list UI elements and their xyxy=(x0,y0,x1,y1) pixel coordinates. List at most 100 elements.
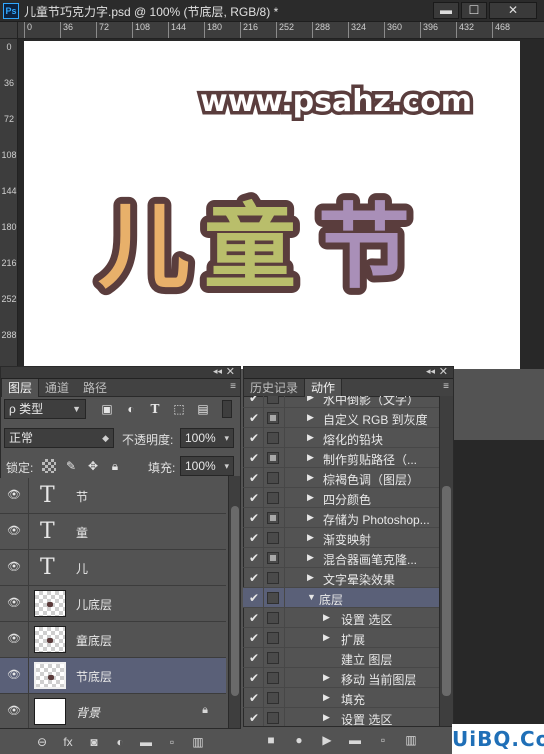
layer-row[interactable]: 👁︎ 童底层 xyxy=(0,622,226,658)
link-icon[interactable]: ⊖ xyxy=(34,734,50,750)
layer-row[interactable]: 👁︎ 儿底层 xyxy=(0,586,226,622)
action-row[interactable]: ✔ ▶ 熔化的铅块 xyxy=(243,428,439,448)
actions-scrollbar[interactable] xyxy=(439,396,453,726)
layer-row[interactable]: 👁︎ T 节 xyxy=(0,478,226,514)
action-row[interactable]: ✔ 建立 图层 xyxy=(243,648,439,668)
toggle-check-icon[interactable]: ✔ xyxy=(249,651,261,665)
toggle-check-icon[interactable]: ✔ xyxy=(249,431,261,445)
action-row[interactable]: ✔ ▶ 扩展 xyxy=(243,628,439,648)
toggle-check-icon[interactable]: ✔ xyxy=(249,591,261,605)
stop-icon[interactable]: ■ xyxy=(263,732,279,748)
mask-icon[interactable]: ◙ xyxy=(86,734,102,750)
layer-row[interactable]: 👁︎ 节底层 xyxy=(0,658,226,694)
adjustment-icon[interactable]: ◐ xyxy=(112,734,128,750)
fill-input[interactable]: 100% ▾ xyxy=(180,456,234,476)
dialog-toggle-icon[interactable] xyxy=(267,432,279,444)
canvas-area[interactable]: www.psahz.com 儿 童 节 xyxy=(18,39,544,369)
toggle-check-icon[interactable]: ✔ xyxy=(249,491,261,505)
tab-layers[interactable]: 图层 xyxy=(1,379,40,397)
expand-right-icon[interactable]: ▶ xyxy=(307,452,314,463)
panel-menu-icon[interactable]: ≡ xyxy=(443,381,449,392)
visibility-eye-icon[interactable]: 👁︎ xyxy=(6,488,22,502)
visibility-eye-icon[interactable]: 👁︎ xyxy=(6,668,22,682)
dialog-toggle-icon[interactable] xyxy=(267,632,279,644)
ruler-corner[interactable] xyxy=(0,22,18,39)
visibility-eye-icon[interactable]: 👁︎ xyxy=(6,704,22,718)
visibility-eye-icon[interactable]: 👁︎ xyxy=(6,524,22,538)
expand-right-icon[interactable]: ▶ xyxy=(323,692,330,703)
minimize-button[interactable]: ▬ xyxy=(433,2,459,19)
smart-object-filter-icon[interactable]: ▤ xyxy=(196,402,210,416)
action-row[interactable]: ✔ ▶ 混合器画笔克隆... xyxy=(243,548,439,568)
layers-scroll-thumb[interactable] xyxy=(231,506,239,696)
expand-right-icon[interactable]: ▶ xyxy=(307,396,314,403)
expand-right-icon[interactable]: ▶ xyxy=(307,432,314,443)
expand-right-icon[interactable]: ▶ xyxy=(323,672,330,683)
dialog-toggle-icon[interactable] xyxy=(267,396,279,404)
tab-actions[interactable]: 动作 xyxy=(304,379,343,397)
new-layer-icon[interactable]: ▫ xyxy=(164,734,180,750)
close-button[interactable]: ✕ xyxy=(489,2,537,19)
new-set-icon[interactable]: ▬ xyxy=(347,732,363,748)
action-row[interactable]: ✔ ▶ 渐变映射 xyxy=(243,528,439,548)
toggle-check-icon[interactable]: ✔ xyxy=(249,571,261,585)
action-row[interactable]: ✔ ▶ 填充 xyxy=(243,688,439,708)
action-row[interactable]: ✔ ▶ 四分颜色 xyxy=(243,488,439,508)
expand-down-icon[interactable]: ▼ xyxy=(307,592,316,602)
pixel-filter-icon[interactable]: ▣ xyxy=(100,402,114,416)
trash-icon[interactable]: ▥ xyxy=(190,734,206,750)
visibility-eye-icon[interactable]: 👁︎ xyxy=(6,632,22,646)
dialog-toggle-icon[interactable] xyxy=(267,572,279,584)
toggle-check-icon[interactable]: ✔ xyxy=(249,411,261,425)
close-icon[interactable]: ✕ xyxy=(439,365,448,378)
action-row[interactable]: ✔ ▶ 移动 当前图层 xyxy=(243,668,439,688)
tab-channels[interactable]: 通道 xyxy=(39,379,75,397)
folder-icon[interactable]: ▬ xyxy=(138,734,154,750)
visibility-eye-icon[interactable]: 👁︎ xyxy=(6,560,22,574)
type-filter-icon[interactable]: T xyxy=(148,402,162,416)
toggle-check-icon[interactable]: ✔ xyxy=(249,471,261,485)
tab-history[interactable]: 历史记录 xyxy=(244,379,304,397)
visibility-eye-icon[interactable]: 👁︎ xyxy=(6,596,22,610)
close-icon[interactable]: ✕ xyxy=(226,365,235,378)
toggle-check-icon[interactable]: ✔ xyxy=(249,551,261,565)
action-row[interactable]: ✔ ▶ 文字晕染效果 xyxy=(243,568,439,588)
lock-all-icon[interactable]: 🔒︎ xyxy=(108,459,122,473)
opacity-input[interactable]: 100% ▾ xyxy=(180,428,234,448)
dialog-toggle-icon[interactable] xyxy=(267,652,279,664)
action-row[interactable]: ✔ ▶ 设置 选区 xyxy=(243,708,439,726)
toggle-check-icon[interactable]: ✔ xyxy=(249,611,261,625)
action-row[interactable]: ✔ ▶ 水中倒影（文字） xyxy=(243,396,439,408)
dialog-toggle-icon[interactable] xyxy=(267,592,279,604)
expand-right-icon[interactable]: ▶ xyxy=(307,492,314,503)
toggle-check-icon[interactable]: ✔ xyxy=(249,396,261,405)
new-action-icon[interactable]: ▫ xyxy=(375,732,391,748)
layer-row[interactable]: 👁︎ T 儿 xyxy=(0,550,226,586)
action-row[interactable]: ✔ ▶ 存储为 Photoshop... xyxy=(243,508,439,528)
dialog-toggle-icon[interactable] xyxy=(267,412,279,424)
collapse-icon[interactable]: ◂◂ xyxy=(426,366,435,377)
layer-filter-select[interactable]: ρ 类型 ▼ xyxy=(4,399,86,419)
expand-right-icon[interactable]: ▶ xyxy=(307,532,314,543)
expand-right-icon[interactable]: ▶ xyxy=(323,612,330,623)
dialog-toggle-icon[interactable] xyxy=(267,612,279,624)
toggle-check-icon[interactable]: ✔ xyxy=(249,671,261,685)
toggle-check-icon[interactable]: ✔ xyxy=(249,711,261,725)
actions-scroll-thumb[interactable] xyxy=(442,486,451,696)
panel-menu-icon[interactable]: ≡ xyxy=(230,381,236,392)
ruler-horizontal[interactable]: 0 36 72 108 144 180 216 252 288 324 360 396 432 468 xyxy=(18,22,544,39)
layers-scrollbar[interactable] xyxy=(228,476,240,728)
dialog-toggle-icon[interactable] xyxy=(267,532,279,544)
layer-row[interactable]: 👁︎ 背景 🔒︎ xyxy=(0,694,226,730)
expand-right-icon[interactable]: ▶ xyxy=(307,472,314,483)
dialog-toggle-icon[interactable] xyxy=(267,472,279,484)
action-row[interactable]: ✔ ▶ 制作剪贴路径（... xyxy=(243,448,439,468)
toggle-check-icon[interactable]: ✔ xyxy=(249,631,261,645)
maximize-button[interactable]: ☐ xyxy=(461,2,487,19)
toggle-check-icon[interactable]: ✔ xyxy=(249,511,261,525)
lock-transparency-icon[interactable] xyxy=(42,459,56,473)
expand-right-icon[interactable]: ▶ xyxy=(307,552,314,563)
dialog-toggle-icon[interactable] xyxy=(267,512,279,524)
action-row[interactable]: ✔ ▶ 自定义 RGB 到灰度 xyxy=(243,408,439,428)
lock-position-icon[interactable]: ✥ xyxy=(86,459,100,473)
